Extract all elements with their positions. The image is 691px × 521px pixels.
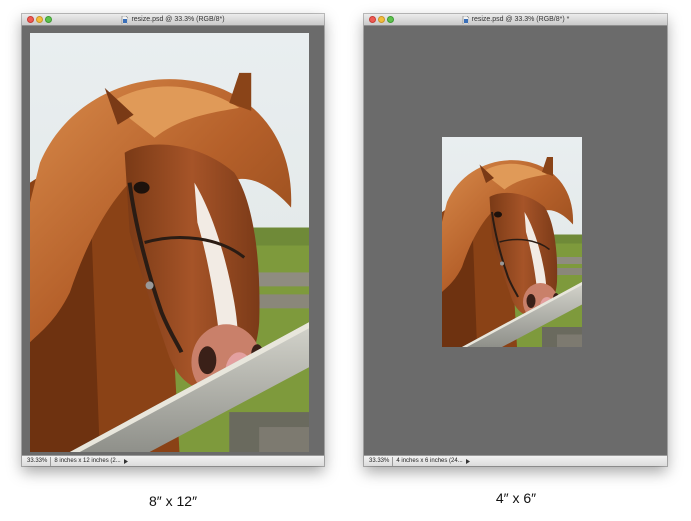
horse-photo — [30, 33, 309, 452]
zoom-level-field[interactable]: 33.33% — [366, 456, 394, 466]
document-size-info: 8 inches x 12 inches (2... — [54, 457, 121, 464]
horse-photo — [442, 137, 582, 347]
window-titlebar[interactable]: resize.psd @ 33.3% (RGB/8*) — [22, 14, 324, 26]
window-titlebar[interactable]: resize.psd @ 33.3% (RGB/8*) * — [364, 14, 667, 26]
window-title: resize.psd @ 33.3% (RGB/8*) — [131, 16, 225, 23]
caption-8x12: 8″ x 12″ — [148, 493, 198, 509]
caption-4x6: 4″ x 6″ — [495, 490, 537, 506]
status-menu-arrow-icon[interactable] — [123, 457, 129, 466]
photoshop-document-icon — [462, 16, 469, 24]
zoom-level-field[interactable]: 33.33% — [24, 456, 52, 466]
status-menu-arrow-icon[interactable] — [465, 457, 471, 466]
status-bar: 33.33% 4 inches x 6 inches (24... — [364, 455, 667, 466]
document-size-info: 4 inches x 6 inches (24... — [396, 457, 463, 464]
status-bar: 33.33% 8 inches x 12 inches (2... — [22, 455, 324, 466]
canvas-area[interactable] — [364, 26, 667, 455]
photoshop-document-icon — [122, 16, 129, 24]
canvas-area[interactable] — [22, 26, 324, 455]
window-title: resize.psd @ 33.3% (RGB/8*) * — [471, 16, 570, 23]
document-window-right[interactable]: resize.psd @ 33.3% (RGB/8*) * 33.33% 4 i… — [364, 14, 667, 466]
document-window-left[interactable]: resize.psd @ 33.3% (RGB/8*) 33.33% 8 inc… — [22, 14, 324, 466]
